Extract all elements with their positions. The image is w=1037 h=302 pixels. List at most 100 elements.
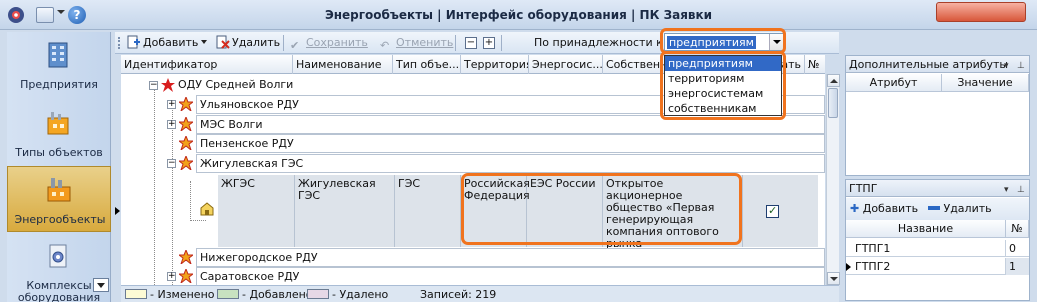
scroll-down-icon[interactable] [827,272,840,285]
building-icon [48,42,68,68]
column-header-value[interactable]: Значение [942,74,1029,92]
highlight-frame [660,51,786,120]
gtpg-panel-title: ГТПГ ▾ ⊥ [846,180,1029,197]
gtpg-add-button[interactable]: ✚ Добавить [850,198,918,220]
gtpg-panel: ГТПГ ▾ ⊥ ✚ Добавить Удалить Название № Г… [845,179,1030,301]
legend-label-changed: - Изменено [150,288,215,301]
gtpg-row-name: ГТПГ1 [852,240,1006,257]
window-close-button[interactable] [936,2,1026,22]
column-header-name[interactable]: Наименование [293,55,393,74]
hydro-station-icon [200,202,214,216]
delete-button[interactable]: Удалить [216,34,280,52]
toolbar-grip[interactable] [118,37,120,49]
gtpg-row[interactable]: ГТПГ1 0 [846,240,1029,257]
column-header-type[interactable]: Тип объе... [393,55,461,74]
plus-icon: ✚ [850,202,860,215]
cell-name: Жигулевская ГЭС [295,175,395,247]
attributes-panel-title: Дополнительные атрибуты ▾ ⊥ [846,56,1029,73]
gtpg-row[interactable]: ГТПГ2 1 [846,258,1029,275]
nav-item-energy-objects[interactable]: Энергообъекты [7,166,111,232]
delete-icon [216,35,230,49]
power-node-icon [179,156,193,170]
gtpg-panel-title-text: ГТПГ [849,182,878,195]
expand-icon[interactable]: + [167,272,176,281]
collapse-icon[interactable]: − [167,159,176,168]
window-title: Энергообъекты | Интерфейс оборудования |… [324,8,713,22]
nav-item-enterprises[interactable]: Предприятия [7,32,111,98]
gtpg-row-name: ГТПГ2 [852,258,1006,275]
column-header-number[interactable]: № [805,55,825,74]
nav-item-object-types[interactable]: Типы объектов [7,100,111,166]
collapse-all-icon[interactable]: − [465,37,477,49]
column-header-gtpg-number[interactable]: № [1006,220,1029,238]
cancel-button-label: Отменить [396,36,454,49]
column-header-gtpg-name[interactable]: Название [846,220,1006,238]
power-node-icon [179,97,193,111]
column-header-territory[interactable]: Территория [461,55,529,74]
legend-label-deleted: - Удалено [332,288,389,301]
scroll-thumb[interactable] [828,88,838,118]
column-header-identifier[interactable]: Идентификатор [121,55,293,74]
object-types-icon [47,112,69,135]
save-button[interactable]: ✔ Сохранить [290,34,368,52]
expand-icon[interactable]: + [167,100,176,109]
toolbar-separator [283,35,284,51]
expand-all-icon[interactable]: + [483,37,495,49]
panel-dropdown-icon[interactable]: ▾ [1004,182,1009,199]
power-node-icon [179,269,193,283]
tree-node-label: Жигулевская ГЭС [196,154,825,173]
column-header-attribute[interactable]: Атрибут [846,74,942,92]
tree-row[interactable]: Нижегородское РДУ [121,248,825,267]
pin-icon[interactable]: ⊥ [1017,58,1025,75]
title-bar: ? Энергообъекты | Интерфейс оборудования… [0,0,1037,30]
nav-item-label: Предприятия [20,78,98,91]
cell-type: ГЭС [395,175,461,247]
cell-flag[interactable] [743,175,825,247]
tree-node-label: Пензенское РДУ [196,134,825,153]
factory-icon [47,178,71,202]
tree-row[interactable]: + Саратовское РДУ [121,267,825,285]
splitter-arrow-icon[interactable] [115,207,120,215]
add-dropdown-icon[interactable] [201,40,208,44]
tree-row[interactable]: Пензенское РДУ [121,134,825,153]
left-navigation: Предприятия Типы объектов Энергообъекты … [7,32,111,302]
add-button[interactable]: Добавить [127,34,208,52]
group-by-label: По принадлежности к: [534,36,667,49]
scroll-up-icon[interactable] [827,74,840,87]
records-count: Записей: 219 [420,288,497,301]
gtpg-delete-label: Удалить [943,202,992,215]
grid-vertical-scrollbar[interactable] [826,74,840,285]
minus-icon [928,206,940,210]
legend-swatch-changed [125,289,147,299]
toolbar-separator [455,35,456,51]
legend-swatch-deleted [307,289,329,299]
add-button-label: Добавить [143,36,199,49]
flag-checkbox[interactable] [766,204,779,218]
nav-overflow-dropdown-icon[interactable] [93,278,109,292]
power-node-icon [179,117,193,131]
power-node-icon [179,250,193,264]
tree-node-label: ОДУ Средней Волги [178,78,294,91]
gtpg-delete-button[interactable]: Удалить [928,198,992,220]
status-bar: - Изменено - Добавлено - Удалено Записей… [121,285,839,302]
save-button-label: Сохранить [306,36,368,49]
gtpg-row-number: 0 [1009,242,1016,255]
highlight-frame [461,173,742,245]
cancel-button[interactable]: ↶ Отменить [380,34,453,52]
pin-icon[interactable]: ⊥ [1017,182,1025,199]
gtpg-add-label: Добавить [862,202,919,215]
tree-line [190,181,191,221]
undo-icon: ↶ [380,39,390,52]
row-pointer-icon [846,263,851,271]
attributes-panel-title-text: Дополнительные атрибуты [849,58,1009,71]
panel-dropdown-icon[interactable]: ▾ [1004,58,1009,75]
delete-button-label: Удалить [232,36,281,49]
toolbar-separator [501,35,502,51]
cell-identifier: ЖГЭС [218,175,295,247]
legend-swatch-added [217,289,239,299]
expand-icon[interactable]: + [167,120,176,129]
column-header-energy-system[interactable]: Энергосис... [529,55,603,74]
legend-label-added: - Добавлено [242,288,313,301]
tree-row[interactable]: − Жигулевская ГЭС [121,154,825,173]
collapse-icon[interactable]: − [149,81,158,90]
